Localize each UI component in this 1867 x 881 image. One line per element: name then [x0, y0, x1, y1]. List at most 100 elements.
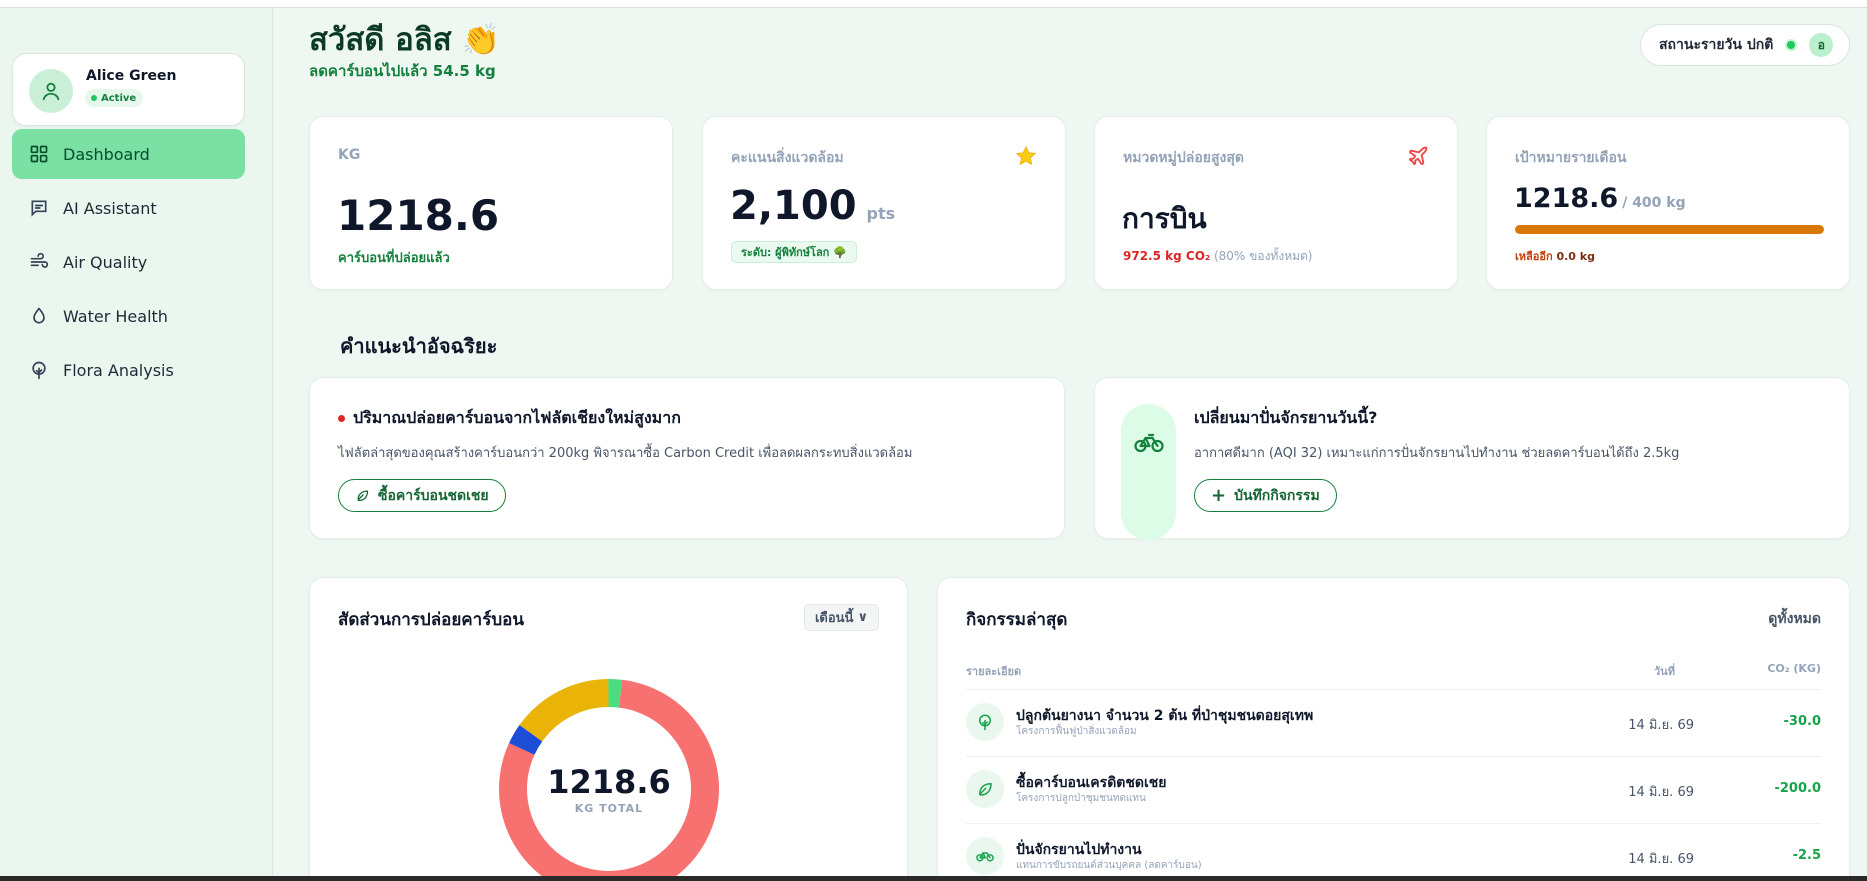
donut-center: 1218.6 KG TOTAL [499, 679, 719, 881]
goal-label: เป้าหมายรายเดือน [1515, 150, 1627, 166]
profile-card[interactable]: Alice Green Active [12, 53, 245, 126]
table-row[interactable]: ปั่นจักรยานไปทำงาน แทนการขับรถยนต์ส่วนบุ… [966, 823, 1821, 881]
score-value: 2,100 [730, 183, 857, 229]
goal-value-row: 1218.6/ 400 kg [1514, 183, 1686, 214]
emissions-sub: คาร์บอนที่ปล่อยแล้ว [338, 251, 450, 266]
buy-carbon-offset-button[interactable]: ซื้อคาร์บอนชดเชย [338, 479, 506, 512]
row-subtitle: แทนการขับรถยนต์ส่วนบุคคล (ลดคาร์บอน) [1016, 860, 1202, 871]
alert-dot-icon [338, 415, 345, 422]
user-avatar-icon [29, 69, 73, 113]
rec-text: ไฟลัตล่าสุดของคุณสร้างคาร์บอนกว่า 200kg … [338, 446, 913, 461]
status-badge: Active [85, 89, 144, 107]
row-subtitle: โครงการปลูกป่าชุมชนทดแทน [1016, 793, 1146, 804]
grid-icon [30, 145, 48, 163]
buy-carbon-offset-label: ซื้อคาร์บอนชดเชย [378, 487, 489, 504]
column-header-co2: CO₂ (KG) [1767, 662, 1821, 675]
rec-title: ปริมาณปล่อยคาร์บอนจากไฟลัตเชียงใหม่สูงมา… [353, 408, 681, 427]
period-select-value: เดือนนี้ [814, 611, 854, 626]
monthly-goal-card: เป้าหมายรายเดือน 1218.6/ 400 kg เหลืออีก… [1486, 116, 1850, 290]
sidebar-item-label: AI Assistant [63, 198, 157, 218]
category-value: การบิน [1122, 202, 1207, 235]
emissions-card: KG 1218.6 คาร์บอนที่ปล่อยแล้ว [309, 116, 673, 290]
emissions-label: KG [338, 147, 361, 163]
emissions-value: 1218.6 [337, 191, 500, 240]
log-activity-label: บันทึกกิจกรรม [1234, 487, 1320, 504]
recommendation-card-flight: ปริมาณปล่อยคาร์บอนจากไฟลัตเชียงใหม่สูงมา… [309, 377, 1065, 539]
daily-status-pill[interactable]: สถานะรายวัน ปกติ อ [1640, 24, 1850, 66]
bike-icon [1134, 433, 1164, 453]
category-sub-value: 972.5 kg CO₂ [1123, 249, 1211, 263]
activity-title: กิจกรรมล่าสุด [966, 610, 1068, 630]
column-header-date: วันที่ [1654, 665, 1675, 678]
sidebar-item-flora-analysis[interactable]: Flora Analysis [12, 345, 245, 395]
sidebar-item-label: Flora Analysis [63, 360, 174, 380]
goal-value: 1218.6 [1514, 183, 1619, 214]
sidebar-item-water-health[interactable]: Water Health [12, 291, 245, 341]
column-header-detail: รายละเอียด [966, 665, 1022, 678]
row-icon-wrap [966, 703, 1004, 741]
user-avatar[interactable]: อ [1809, 33, 1834, 57]
score-value-row: 2,100 pts [730, 183, 895, 229]
window-top-edge [0, 0, 1867, 8]
star-icon [1015, 145, 1037, 166]
goal-remaining: เหลืออีก 0.0 kg [1515, 247, 1595, 265]
status-badge-label: Active [101, 92, 137, 104]
leaf-icon [979, 782, 992, 796]
row-icon-wrap [966, 770, 1004, 808]
sidebar-item-air-quality[interactable]: Air Quality [12, 237, 245, 287]
view-all-link[interactable]: ดูทั้งหมด [1768, 608, 1821, 630]
goal-target: / 400 kg [1622, 195, 1686, 211]
bike-icon [976, 852, 994, 862]
row-co2: -30.0 [1783, 714, 1821, 729]
table-row[interactable]: ปลูกต้นยางนา จำนวน 2 ต้น ที่ป่าชุมชนดอยส… [966, 689, 1821, 756]
rec-title-row: ปริมาณปล่อยคาร์บอนจากไฟลัตเชียงใหม่สูงมา… [338, 406, 681, 431]
row-icon-wrap [966, 837, 1004, 875]
carbon-breakdown-card: สัดส่วนการปล่อยคาร์บอน เดือนนี้ ∨ 1218.6 … [309, 577, 908, 881]
droplet-icon [33, 307, 45, 324]
leaf-icon [357, 490, 369, 502]
greeting-text: สวัสดี อลิส [309, 22, 452, 58]
profile-name: Alice Green [86, 68, 177, 84]
row-co2: -200.0 [1774, 781, 1821, 796]
window-bottom-edge [0, 876, 1867, 881]
score-label: คะแนนสิ่งแวดล้อม [731, 150, 844, 166]
breakdown-title: สัดส่วนการปล่อยคาร์บอน [338, 610, 524, 630]
top-category-card: หมวดหมู่ปล่อยสูงสุด การบิน 972.5 kg CO₂ … [1094, 116, 1458, 290]
donut-total: 1218.6 [547, 763, 671, 801]
table-row[interactable]: ซื้อคาร์บอนเครดิตชดเชย โครงการปลูกป่าชุม… [966, 756, 1821, 823]
recommendations-title: คำแนะนำอัจฉริยะ [340, 334, 498, 358]
row-co2: -2.5 [1792, 848, 1821, 863]
chat-icon [31, 200, 47, 217]
goal-remaining-label: เหลืออีก [1515, 250, 1553, 263]
wind-icon [30, 252, 49, 268]
airplane-icon [1408, 146, 1428, 166]
bike-pill [1121, 404, 1176, 540]
tree-icon [979, 714, 991, 731]
goal-remaining-value: 0.0 kg [1556, 250, 1595, 263]
recommendation-card-bike: เปลี่ยนมาปั่นจักรยานวันนี้? อากาศดีมาก (… [1094, 377, 1850, 540]
rec-text: อากาศดีมาก (AQI 32) เหมาะแก่การปั่นจักรย… [1194, 446, 1680, 461]
page-title: สวัสดี อลิส 👏 [309, 14, 500, 64]
goal-progress-fill [1515, 225, 1824, 234]
status-dot-icon [1785, 39, 1798, 51]
sidebar-item-label: Dashboard [63, 144, 150, 164]
daily-status-label: สถานะรายวัน ปกติ [1659, 37, 1774, 53]
sidebar-item-ai-assistant[interactable]: AI Assistant [12, 183, 245, 233]
plus-icon: + [1211, 484, 1227, 506]
row-date: 14 มิ.ย. 69 [1628, 852, 1694, 867]
sidebar-item-label: Water Health [63, 306, 168, 326]
score-unit: pts [866, 204, 896, 223]
row-subtitle: โครงการฟื้นฟูป่าสิ่งแวดล้อม [1016, 726, 1137, 737]
level-badge: ระดับ: ผู้พิทักษ์โลก 🌳 [731, 241, 857, 263]
tree-icon [32, 361, 46, 380]
chevron-down-icon: ∨ [857, 610, 868, 625]
row-date: 14 มิ.ย. 69 [1628, 785, 1694, 800]
sidebar-item-dashboard[interactable]: Dashboard [12, 129, 245, 179]
donut-total-label: KG TOTAL [574, 802, 644, 815]
recent-activity-card: กิจกรรมล่าสุด ดูทั้งหมด รายละเอียด วันที… [937, 577, 1850, 881]
category-sub: 972.5 kg CO₂ (80% ของทั้งหมด) [1123, 247, 1313, 266]
sidebar: Alice Green Active Dashboard AI Assistan… [0, 8, 273, 876]
log-activity-button[interactable]: + บันทึกกิจกรรม [1194, 479, 1337, 512]
period-select[interactable]: เดือนนี้ ∨ [803, 604, 879, 631]
carbon-reduced-subtitle: ลดคาร์บอนไปแล้ว 54.5 kg [309, 62, 496, 80]
